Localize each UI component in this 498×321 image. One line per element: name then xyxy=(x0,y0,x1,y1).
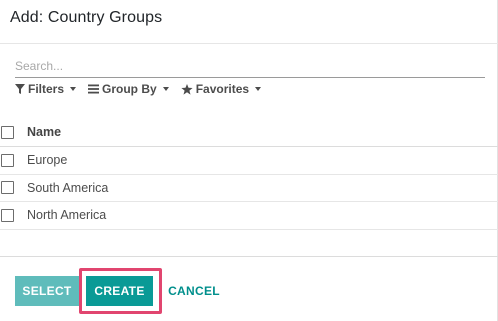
row-checkbox[interactable] xyxy=(1,153,14,167)
list-icon xyxy=(88,84,100,94)
create-button[interactable]: CREATE xyxy=(86,276,153,306)
group-by-label: Group By xyxy=(102,82,157,96)
favorites-label: Favorites xyxy=(195,82,250,96)
chevron-down-icon xyxy=(70,87,77,91)
dialog-header: Add: Country Groups xyxy=(0,0,498,44)
dialog-title: Add: Country Groups xyxy=(10,9,163,26)
search-bar xyxy=(15,56,485,78)
row-checkbox[interactable] xyxy=(1,208,14,222)
row-name: South America xyxy=(27,180,109,195)
group-by-dropdown[interactable]: Group By xyxy=(88,82,169,96)
filter-icon xyxy=(15,84,25,94)
cancel-button[interactable]: CANCEL xyxy=(164,276,224,306)
row-name: North America xyxy=(27,208,107,223)
table-header-row: Name xyxy=(0,118,498,147)
chevron-down-icon xyxy=(255,87,262,91)
table-row[interactable]: Europe xyxy=(0,147,498,175)
table-row[interactable]: South America xyxy=(0,175,498,202)
row-checkbox[interactable] xyxy=(1,181,14,195)
filters-dropdown[interactable]: Filters xyxy=(15,82,77,96)
row-name: Europe xyxy=(27,153,68,168)
table-row[interactable]: North America xyxy=(0,202,498,230)
select-all-checkbox[interactable] xyxy=(1,125,14,139)
favorites-dropdown[interactable]: Favorites xyxy=(181,82,262,96)
column-header-name[interactable]: Name xyxy=(27,125,61,139)
dialog-footer: SELECT CREATE CANCEL xyxy=(0,256,498,321)
search-options-row: Filters Group By Favorites xyxy=(15,82,273,96)
select-button[interactable]: SELECT xyxy=(15,276,79,306)
search-input[interactable] xyxy=(15,56,485,76)
add-country-groups-dialog: Add: Country Groups Filters Group By xyxy=(0,0,498,321)
chevron-down-icon xyxy=(162,87,169,91)
filters-label: Filters xyxy=(28,82,65,96)
country-groups-table: Name Europe South America North America xyxy=(0,118,498,230)
star-icon xyxy=(181,83,193,95)
